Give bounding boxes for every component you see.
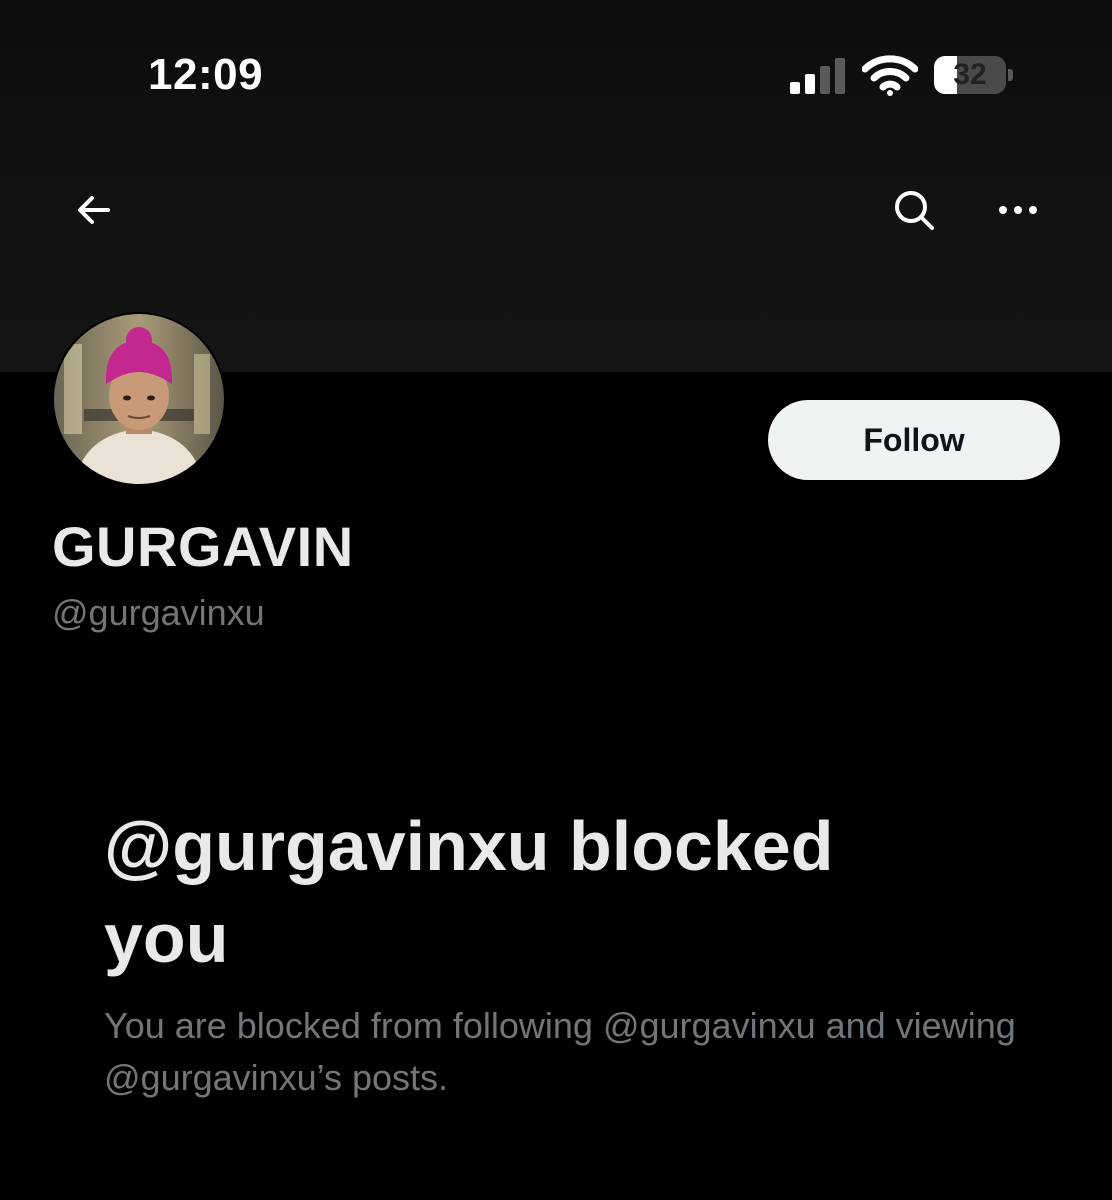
blocked-title: @gurgavinxu blocked you bbox=[104, 807, 834, 977]
back-button[interactable] bbox=[62, 178, 126, 242]
battery-body: 32 bbox=[934, 56, 1006, 94]
profile-handle: @gurgavinxu bbox=[52, 592, 265, 633]
search-button[interactable] bbox=[882, 178, 946, 242]
avatar-photo bbox=[54, 314, 224, 484]
more-button[interactable] bbox=[986, 178, 1050, 242]
battery-cap bbox=[1008, 69, 1013, 81]
follow-button[interactable]: Follow bbox=[768, 400, 1060, 480]
blocked-description: You are blocked from following @gurgavin… bbox=[104, 1005, 1016, 1098]
more-horizontal-icon bbox=[999, 206, 1037, 214]
signal-bar-3 bbox=[820, 66, 830, 94]
signal-bar-2 bbox=[805, 74, 815, 94]
status-time: 12:09 bbox=[148, 50, 264, 99]
battery-icon: 32 bbox=[934, 56, 1016, 96]
cellular-signal-icon bbox=[790, 58, 845, 94]
avatar[interactable] bbox=[52, 312, 226, 486]
wifi-icon bbox=[862, 55, 918, 96]
signal-bar-1 bbox=[790, 82, 800, 94]
search-icon bbox=[895, 191, 934, 230]
battery-level: 32 bbox=[953, 58, 987, 91]
arrow-left-icon bbox=[78, 196, 110, 224]
profile-display-name: GURGAVIN bbox=[52, 515, 354, 578]
signal-bar-4 bbox=[835, 58, 845, 94]
